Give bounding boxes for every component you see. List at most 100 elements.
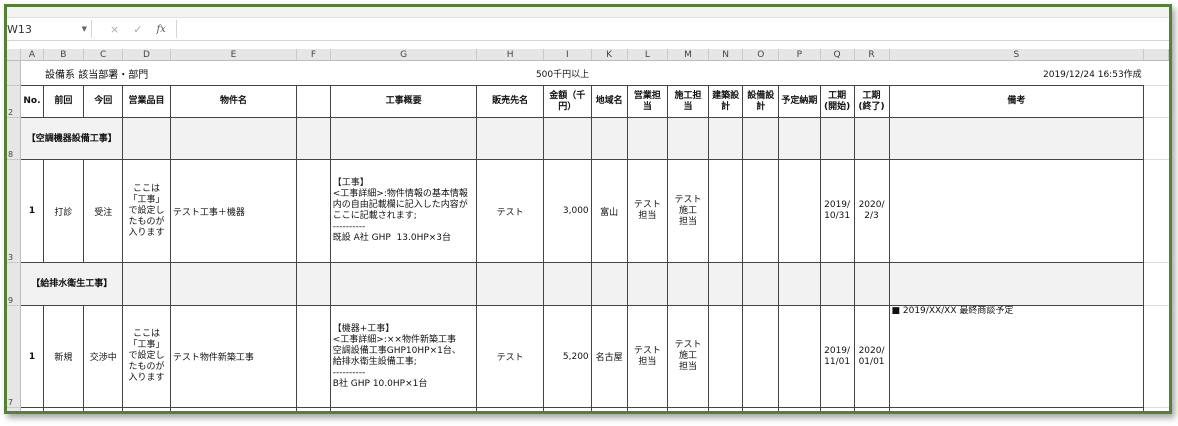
cell[interactable] [853, 117, 890, 160]
cell-end[interactable]: 2020/ 2/3 [853, 159, 890, 263]
cell[interactable] [169, 407, 298, 411]
cell[interactable] [888, 262, 1145, 306]
column-header-K[interactable]: K [591, 49, 628, 61]
cell[interactable] [542, 262, 592, 306]
column-header-E[interactable]: E [170, 49, 298, 61]
cell-name[interactable]: テスト物件新築工事 [169, 305, 298, 408]
cell[interactable] [742, 60, 779, 86]
cell[interactable] [742, 262, 780, 306]
cell-sales[interactable]: テスト 担当 [626, 305, 669, 408]
cell[interactable] [20, 407, 44, 411]
cell[interactable] [122, 117, 171, 160]
created-timestamp[interactable]: 2019/12/24 16:53作成 [889, 60, 1144, 86]
cell[interactable] [122, 407, 171, 411]
row-header[interactable]: 3 [7, 159, 22, 263]
cell-item[interactable]: ここは「工事」で設定したものが入ります [122, 305, 171, 408]
cell[interactable] [778, 117, 821, 160]
cell-arch[interactable] [707, 159, 744, 263]
column-header-M[interactable]: M [667, 49, 709, 61]
cell[interactable] [542, 407, 592, 411]
enter-icon[interactable]: ✓ [133, 23, 142, 36]
cell-prev[interactable]: 新規 [42, 305, 85, 408]
cell[interactable] [853, 407, 890, 411]
cell[interactable] [122, 262, 171, 306]
column-header-O[interactable]: O [742, 49, 780, 61]
cell-name[interactable]: テスト工事＋機器 [169, 159, 298, 263]
cell[interactable] [888, 117, 1145, 160]
cell[interactable] [707, 117, 744, 160]
column-header-R[interactable]: R [854, 49, 890, 61]
cell-due[interactable] [778, 159, 821, 263]
cell-construction[interactable]: テスト 施工 担当 [667, 305, 709, 408]
cell-due[interactable] [778, 305, 821, 408]
name-box[interactable]: W13 ▼ [7, 20, 92, 38]
header-cell[interactable]: No. [20, 85, 44, 118]
cell[interactable] [626, 262, 669, 306]
column-header-A[interactable]: A [20, 49, 44, 61]
spreadsheet-grid[interactable]: A B C D E F G H I K L M N O P Q R S 設備系 該当部署・部門 500千円以上 2019… [7, 49, 1169, 411]
cell[interactable] [627, 60, 668, 86]
cell-summary[interactable]: 【機器+工事】 <工事詳細>:××物件新築工事 空調設備工事GHP10HP×1台… [329, 305, 478, 408]
cell[interactable] [590, 117, 628, 160]
cell[interactable] [667, 407, 709, 411]
cell[interactable] [854, 60, 890, 86]
cell[interactable] [778, 262, 821, 306]
row-header[interactable]: 9 [7, 262, 22, 306]
cell[interactable] [476, 407, 544, 411]
cell[interactable] [888, 407, 1145, 411]
cell[interactable] [20, 60, 44, 86]
cell[interactable] [591, 60, 628, 86]
cell-remarks[interactable]: ■ 2019/XX/XX 最終商談予定 [888, 305, 1145, 408]
cell[interactable] [296, 407, 331, 411]
column-header-B[interactable]: B [43, 49, 85, 61]
cell[interactable] [590, 262, 628, 306]
column-header-G[interactable]: G [330, 49, 478, 61]
column-header-H[interactable]: H [476, 49, 544, 61]
column-header-Q[interactable]: Q [820, 49, 855, 61]
column-header-D[interactable]: D [122, 49, 171, 61]
cell[interactable] [667, 60, 709, 86]
cell-amount[interactable]: 5,200 [542, 305, 592, 408]
cell[interactable] [778, 60, 821, 86]
cell[interactable] [296, 117, 331, 160]
cell-f[interactable] [296, 305, 331, 408]
cell[interactable] [296, 60, 331, 86]
column-header-F[interactable]: F [296, 49, 331, 61]
row-header[interactable] [7, 407, 22, 411]
header-cell[interactable]: 金額（千円） [542, 85, 592, 118]
cell[interactable] [742, 407, 780, 411]
header-cell[interactable] [296, 85, 331, 118]
cell[interactable] [329, 262, 478, 306]
cell-region[interactable]: 名古屋 [590, 305, 628, 408]
cell[interactable] [329, 407, 478, 411]
cell[interactable] [667, 262, 709, 306]
cell-customer[interactable]: テスト [476, 159, 544, 263]
cell[interactable] [329, 117, 478, 160]
cell[interactable] [819, 407, 855, 411]
cell[interactable] [169, 117, 298, 160]
cell[interactable] [819, 262, 855, 306]
formula-input[interactable] [177, 20, 1169, 38]
cell-construction[interactable]: テスト 施工 担当 [667, 159, 709, 263]
cell[interactable] [707, 262, 744, 306]
cell[interactable] [778, 407, 821, 411]
chevron-down-icon[interactable]: ▼ [82, 25, 87, 33]
cell[interactable] [42, 407, 85, 411]
cell-no[interactable]: 1 [20, 305, 44, 408]
cell-curr[interactable]: 受注 [83, 159, 124, 263]
cell-region[interactable]: 富山 [590, 159, 628, 263]
cell[interactable] [83, 407, 124, 411]
column-header-L[interactable]: L [627, 49, 669, 61]
report-title[interactable]: 設備系 該当部署・部門 [43, 60, 297, 86]
header-cell[interactable]: 前回 [42, 85, 85, 118]
cell[interactable] [820, 60, 855, 86]
cell-arch[interactable] [707, 305, 744, 408]
cell[interactable] [819, 117, 855, 160]
cell[interactable] [590, 407, 628, 411]
cell-item[interactable]: ここは「工事」で設定したものが入ります [122, 159, 171, 263]
cell[interactable] [169, 262, 298, 306]
section-label[interactable]: 【給排水衛生工事】 [20, 262, 124, 306]
select-all-corner[interactable] [7, 49, 22, 61]
cell[interactable] [742, 117, 780, 160]
amount-threshold[interactable]: 500千円以上 [476, 60, 592, 86]
